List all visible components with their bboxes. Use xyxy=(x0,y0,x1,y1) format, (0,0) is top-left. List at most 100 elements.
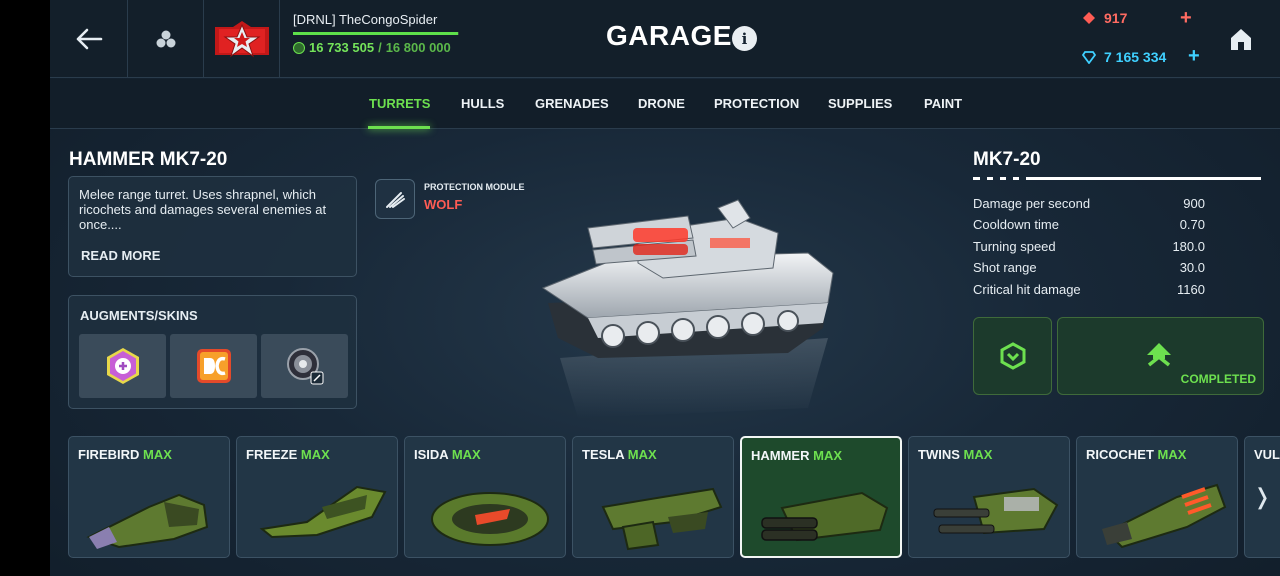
player-name: [DRNL] TheCongoSpider xyxy=(293,12,438,27)
stat-row: Damage per second 900 xyxy=(973,196,1205,217)
xp-separator: / xyxy=(378,40,382,55)
add-rubies-button[interactable]: + xyxy=(1180,7,1192,30)
home-icon[interactable] xyxy=(1228,26,1254,52)
turret-max-badge: MAX xyxy=(963,447,993,462)
stat-value: 30.0 xyxy=(1179,260,1205,276)
equip-button[interactable] xyxy=(973,317,1052,395)
tab-hulls[interactable]: HULLS xyxy=(461,96,504,111)
turret-max-badge: MAX xyxy=(627,447,657,462)
progress-divider xyxy=(993,177,1000,180)
ruby-amount: 917 xyxy=(1104,10,1128,26)
upgrade-button[interactable]: COMPLETED xyxy=(1057,317,1264,395)
info-button[interactable]: i xyxy=(732,26,757,51)
xp-max: 16 800 000 xyxy=(385,40,451,55)
stat-value: 180.0 xyxy=(1172,238,1205,254)
xp-progress-bar xyxy=(293,32,459,35)
stat-row: Turning speed 180.0 xyxy=(973,239,1205,260)
stat-label: Cooldown time xyxy=(973,217,1059,233)
chevron-right-icon[interactable]: ❭ xyxy=(1253,484,1271,510)
protection-module-button[interactable] xyxy=(375,179,415,219)
back-button[interactable] xyxy=(50,0,128,78)
crystal-icon xyxy=(1082,51,1096,64)
group-button[interactable] xyxy=(128,0,204,78)
tesla-turret-image xyxy=(601,487,723,551)
crystal-balance: 7 165 334 + xyxy=(1082,45,1200,67)
rank-insignia-icon xyxy=(214,21,269,58)
turret-name: HAMMER MAX xyxy=(751,448,842,463)
augment-slot-2[interactable] xyxy=(170,334,257,398)
tab-paint[interactable]: PAINT xyxy=(924,96,962,111)
page-title: GARAGE xyxy=(606,20,732,51)
xp-icon xyxy=(293,41,305,54)
ruby-icon xyxy=(1083,12,1095,24)
turret-label: ISIDA xyxy=(414,447,449,462)
tab-supplies[interactable]: SUPPLIES xyxy=(828,96,892,111)
turret-card-freeze[interactable]: FREEZE MAX xyxy=(236,436,398,558)
turret-max-badge: MAX xyxy=(143,447,172,462)
group-icon xyxy=(156,30,175,48)
turret-name: FIREBIRD MAX xyxy=(78,447,172,462)
turret-label: VUL xyxy=(1254,447,1280,462)
turret-max-badge: MAX xyxy=(1157,447,1187,462)
dc-skin-icon xyxy=(196,349,231,383)
xp-readout: 16 733 505 / 16 800 000 xyxy=(293,40,463,55)
xp-progress-fill xyxy=(293,32,459,35)
stat-row: Critical hit damage 1160 xyxy=(973,282,1205,303)
turret-label: FIREBIRD xyxy=(78,447,140,462)
category-tabs: TURRETS HULLS GRENADES DRONE PROTECTION … xyxy=(50,79,1280,129)
augment-slot-3[interactable] xyxy=(261,334,348,398)
turret-card-twins[interactable]: TWINS MAX xyxy=(908,436,1070,558)
turret-label: HAMMER xyxy=(751,448,810,463)
rank-badge[interactable] xyxy=(204,0,280,78)
read-more-link[interactable]: READ MORE xyxy=(81,248,160,263)
firebird-turret-image xyxy=(86,493,209,549)
tank-preview-image xyxy=(541,199,834,418)
augments-panel: AUGMENTS/SKINS xyxy=(68,295,357,409)
stat-value: 1160 xyxy=(1177,281,1205,297)
stat-label: Damage per second xyxy=(973,196,1091,211)
progress-divider xyxy=(1019,177,1026,180)
augment-slot-1[interactable] xyxy=(79,334,166,398)
progress-divider xyxy=(1006,177,1013,180)
augments-title: AUGMENTS/SKINS xyxy=(80,308,198,323)
turret-name: VUL xyxy=(1254,447,1280,462)
active-tab-indicator xyxy=(368,126,430,129)
turret-card-hammer[interactable]: HAMMER MAX xyxy=(740,436,902,558)
stat-label: Shot range xyxy=(973,260,1037,276)
stat-value: 900 xyxy=(1183,196,1205,211)
stat-value: 0.70 xyxy=(1179,217,1205,233)
turret-name: RICOCHET MAX xyxy=(1086,447,1186,462)
upgrade-status: COMPLETED xyxy=(1180,372,1256,386)
turret-max-badge: MAX xyxy=(300,447,330,462)
turret-name: TESLA MAX xyxy=(582,447,657,462)
wolf-module-icon xyxy=(386,192,405,208)
tab-protection[interactable]: PROTECTION xyxy=(714,96,799,111)
upgrade-arrow-icon xyxy=(1147,343,1171,367)
turret-max-badge: MAX xyxy=(451,447,481,462)
stat-row: Shot range 30.0 xyxy=(973,260,1205,281)
ruby-balance: 917 + xyxy=(1082,7,1192,29)
turret-card-isida[interactable]: ISIDA MAX xyxy=(404,436,566,558)
tab-turrets[interactable]: TURRETS xyxy=(369,96,430,111)
turret-card-firebird[interactable]: FIREBIRD MAX xyxy=(68,436,230,558)
module-icon xyxy=(286,348,323,385)
turret-label: RICOCHET xyxy=(1086,447,1154,462)
turret-name: FREEZE MAX xyxy=(246,447,330,462)
tab-grenades[interactable]: GRENADES xyxy=(535,96,609,111)
garage-screen: [DRNL] TheCongoSpider 16 733 505 / 16 80… xyxy=(50,0,1280,576)
player-info: [DRNL] TheCongoSpider 16 733 505 / 16 80… xyxy=(293,12,463,55)
tab-drone[interactable]: DRONE xyxy=(638,96,685,111)
equip-hexagon-icon xyxy=(1000,342,1025,370)
turret-card-tesla[interactable]: TESLA MAX xyxy=(572,436,734,558)
stat-label: Turning speed xyxy=(973,238,1056,254)
hammer-turret-image xyxy=(761,491,889,542)
turret-label: TWINS xyxy=(918,447,960,462)
twins-turret-image xyxy=(933,487,1059,535)
add-crystals-button[interactable]: + xyxy=(1188,45,1200,68)
xp-current: 16 733 505 xyxy=(309,40,375,55)
turret-name: TWINS MAX xyxy=(918,447,992,462)
stats-title: MK7-20 xyxy=(973,149,1041,170)
stat-label: Critical hit damage xyxy=(973,281,1081,297)
turret-card-ricochet[interactable]: RICOCHET MAX xyxy=(1076,436,1238,558)
upgrade-progress-bar xyxy=(973,177,1261,180)
